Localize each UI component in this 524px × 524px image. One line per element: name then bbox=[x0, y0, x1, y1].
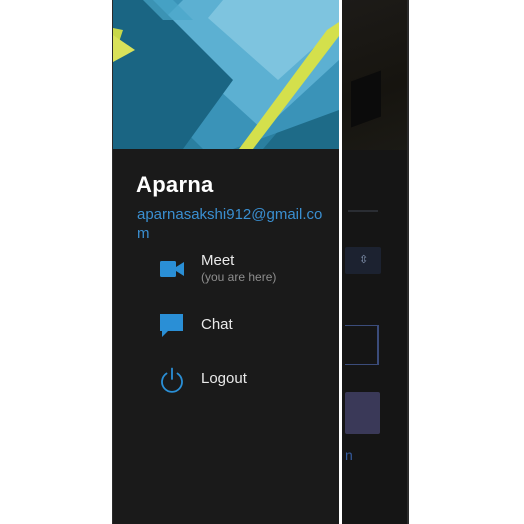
phone-frame-right-edge bbox=[407, 0, 409, 524]
menu-item-subtitle: (you are here) bbox=[201, 270, 277, 284]
power-icon bbox=[161, 367, 183, 393]
menu-item-logout[interactable]: Logout bbox=[113, 364, 339, 408]
menu-item-label: Logout bbox=[201, 370, 247, 387]
phone-screen: ⇳ n Aparna aparnasakshi912@gmail.com Mee… bbox=[113, 0, 409, 524]
background-dropdown-chevron-icon: ⇳ bbox=[359, 254, 369, 266]
menu-item-label: Chat bbox=[201, 316, 233, 333]
background-filled-button[interactable] bbox=[345, 392, 380, 434]
drawer-header-image bbox=[113, 0, 339, 149]
user-name: Aparna bbox=[136, 172, 214, 197]
menu-item-meet[interactable]: Meet (you are here) bbox=[113, 248, 339, 292]
menu-item-label: Meet bbox=[201, 252, 235, 269]
video-camera-icon bbox=[160, 261, 184, 277]
background-link[interactable]: n bbox=[345, 447, 353, 463]
user-email: aparnasakshi912@gmail.com bbox=[137, 206, 323, 242]
navigation-drawer: Aparna aparnasakshi912@gmail.com Meet (y… bbox=[113, 0, 342, 524]
background-outline-button[interactable] bbox=[345, 325, 379, 365]
background-divider bbox=[348, 210, 378, 212]
menu-item-chat[interactable]: Chat bbox=[113, 308, 339, 352]
chat-bubble-icon bbox=[160, 314, 183, 337]
